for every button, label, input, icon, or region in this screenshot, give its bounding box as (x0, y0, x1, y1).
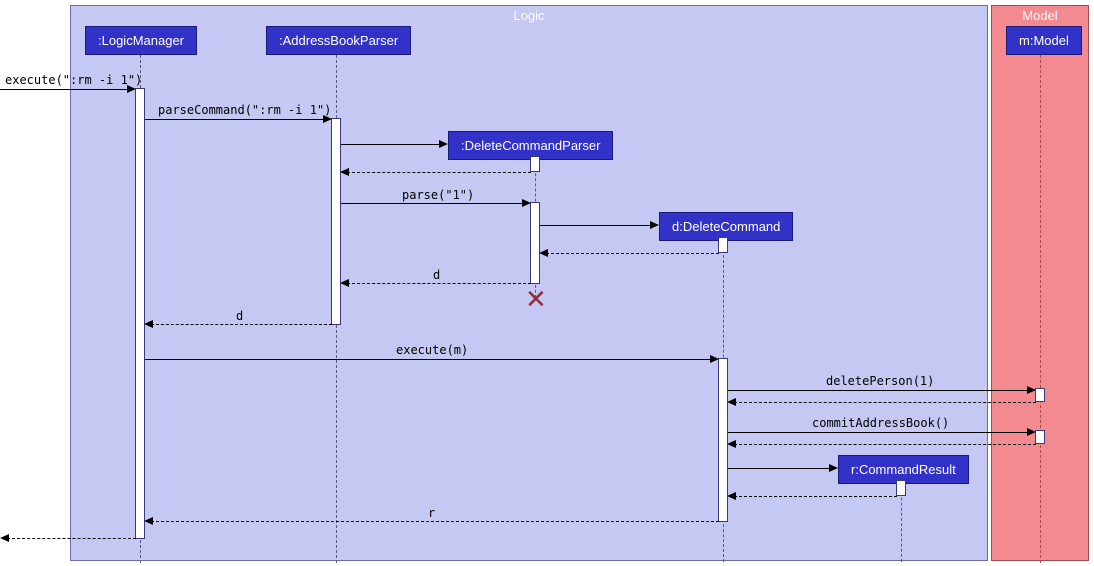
arrowhead-ret-cr (727, 492, 736, 500)
arrow-m3 (341, 203, 524, 204)
arrowhead-m9 (144, 517, 153, 525)
arrowhead-create-dc (650, 221, 659, 229)
arrow-m1 (0, 89, 128, 90)
arrow-ret-cr (734, 496, 897, 497)
msg-d2: d (236, 309, 243, 323)
activation-dc-1 (718, 237, 728, 253)
msg-parsecommand: parseCommand(":rm -i 1") (158, 103, 331, 117)
arrowhead-m7-ret (727, 398, 736, 406)
arrow-m7 (728, 390, 1029, 391)
arrow-create-dcp (341, 144, 441, 145)
msg-parse: parse("1") (402, 188, 474, 202)
destroy-icon: ✕ (525, 286, 547, 312)
arrow-m4 (347, 283, 531, 284)
arrow-m6 (145, 359, 712, 360)
participant-address-book-parser: :AddressBookParser (266, 26, 411, 55)
arrow-m5 (151, 324, 332, 325)
frame-logic-label: Logic (507, 6, 550, 25)
lifeline-model (1040, 55, 1041, 563)
msg-r: r (428, 506, 435, 520)
arrow-m8 (728, 432, 1029, 433)
arrowhead-final (0, 534, 9, 542)
msg-execute: execute(":rm -i 1") (5, 73, 142, 87)
arrowhead-m1 (127, 85, 136, 93)
participant-logic-manager: :LogicManager (85, 26, 197, 55)
arrow-m8-ret (734, 444, 1036, 445)
msg-executem: execute(m) (396, 343, 468, 357)
arrowhead-m5 (144, 320, 153, 328)
arrow-create-dc (540, 225, 652, 226)
activation-cr (896, 480, 906, 496)
arrow-m7-ret (734, 402, 1036, 403)
arrow-create-cr (728, 468, 831, 469)
activation-abp (331, 118, 341, 325)
arrow-ret-dc (546, 253, 719, 254)
arrowhead-m8-ret (727, 440, 736, 448)
arrowhead-m6 (710, 355, 719, 363)
arrow-ret-dcp (347, 172, 531, 173)
arrowhead-ret-dc (539, 249, 548, 257)
arrowhead-m8 (1027, 428, 1036, 436)
arrowhead-m7 (1027, 386, 1036, 394)
arrow-final (7, 538, 136, 539)
arrowhead-m4 (340, 279, 349, 287)
activation-dcp-2 (530, 202, 540, 284)
activation-logic-manager (135, 88, 145, 539)
arrowhead-create-cr (829, 464, 838, 472)
activation-model-2 (1035, 430, 1045, 444)
msg-deleteperson: deletePerson(1) (826, 374, 934, 388)
arrowhead-m2 (323, 115, 332, 123)
arrowhead-ret-dcp (340, 168, 349, 176)
msg-d1: d (433, 268, 440, 282)
arrowhead-create-dcp (439, 140, 448, 148)
arrowhead-m3 (522, 199, 531, 207)
activation-model-1 (1035, 388, 1045, 402)
frame-model-label: Model (1016, 6, 1063, 25)
arrow-m9 (151, 521, 719, 522)
participant-model: m:Model (1006, 26, 1082, 55)
activation-dcp-1 (530, 156, 540, 172)
arrow-m2 (145, 119, 325, 120)
msg-commit: commitAddressBook() (812, 416, 949, 430)
